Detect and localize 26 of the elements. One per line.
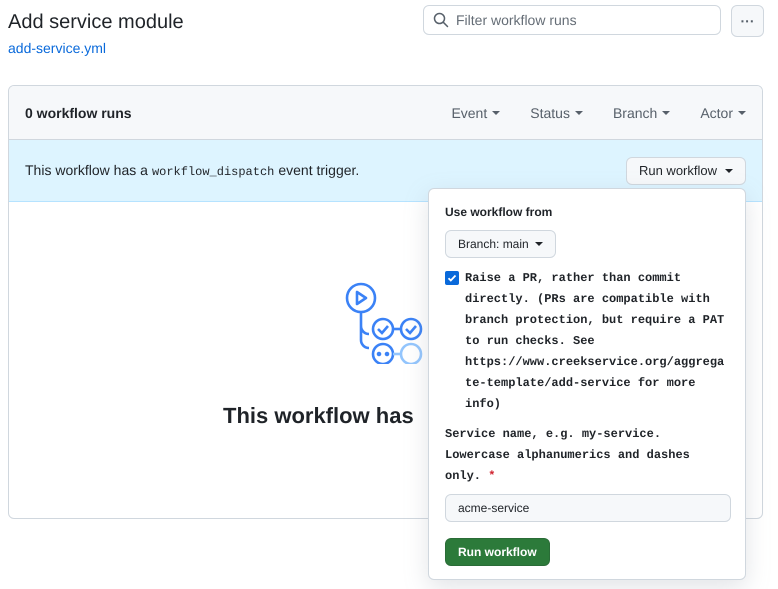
checkbox-label: Raise a PR, rather than commit directly. (PRs are compatible with branch protection, but require a PAT to run checks. See https://www.creekservice.org/aggregate-template/add-service for more info)	[465, 270, 726, 413]
filter-dropdown[interactable]: Status	[530, 104, 583, 120]
trigger-message: This workflow has a workflow_dispatch event trigger.	[25, 162, 360, 179]
empty-state-heading: This workflow has	[223, 403, 414, 429]
more-button[interactable]: ···	[731, 5, 764, 37]
run-workflow-button[interactable]: Run workflow	[626, 156, 746, 184]
filter-dropdown[interactable]: Branch	[612, 104, 670, 120]
service-name-field[interactable]: acme-service	[445, 494, 731, 522]
field-label: Service name, e.g. my-service. Lowercase alphanumerics and dashes only. *	[445, 426, 691, 485]
caret-icon	[534, 242, 543, 246]
caret-icon	[492, 110, 500, 114]
branch-select[interactable]: Branch: main	[445, 230, 556, 258]
search-icon	[433, 12, 449, 28]
pr-checkbox[interactable]	[445, 271, 459, 285]
caret-icon	[574, 110, 583, 114]
caret-icon	[662, 110, 670, 114]
page-title: Add service module	[8, 11, 184, 34]
run-count: 0 workflow runs	[25, 104, 133, 120]
filter-dropdown[interactable]: Event	[451, 104, 500, 120]
search-field[interactable]: Filter workflow runs	[423, 5, 721, 35]
caret-icon	[725, 168, 733, 172]
filter-dropdown[interactable]: Actor	[700, 104, 746, 120]
popover-title: Use workflow from	[445, 205, 554, 219]
caret-icon	[738, 110, 746, 114]
workflow-file-link[interactable]: add-service.yml	[8, 40, 106, 56]
run-workflow-submit-button[interactable]: Run workflow	[445, 538, 550, 566]
